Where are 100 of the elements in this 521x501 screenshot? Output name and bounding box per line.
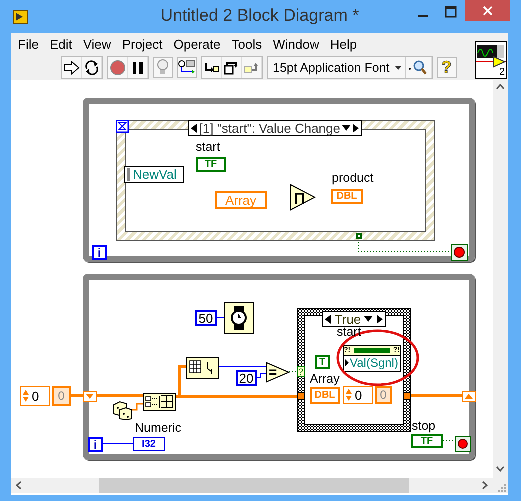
stop-icon [451, 244, 468, 261]
equal-node: = [266, 362, 290, 383]
menu-item[interactable]: File [13, 36, 44, 52]
numeric-terminal: DBL [331, 189, 363, 204]
resize-grip-icon[interactable] [498, 484, 506, 492]
wait-node [224, 302, 254, 334]
connector-count: 2 [499, 66, 505, 78]
tunnel [403, 392, 411, 400]
light-bulb-icon [156, 59, 170, 76]
boolean-terminal: TF [411, 434, 443, 448]
array-element: 0 [52, 386, 71, 406]
terminal-label: Array [310, 372, 340, 386]
vi-icon[interactable]: 2 [475, 40, 507, 78]
menu-item[interactable]: Operate [168, 36, 226, 52]
multiply-array-node: Π [290, 184, 316, 211]
scroll-left-icon[interactable] [16, 481, 22, 490]
iteration-terminal: i [88, 437, 103, 452]
decrement-icon[interactable] [325, 314, 332, 324]
step-into-button[interactable] [202, 57, 222, 78]
step-over-button[interactable] [222, 57, 242, 78]
retain-wire-values-button[interactable] [177, 57, 197, 78]
vertical-scrollbar[interactable] [493, 80, 508, 478]
property-node-label: start [337, 325, 362, 339]
stop-icon [455, 436, 471, 452]
clean-up-button[interactable] [406, 57, 432, 78]
scroll-down-icon[interactable] [496, 466, 505, 472]
scroll-right-icon[interactable] [482, 481, 488, 490]
wire [218, 366, 268, 368]
event-case-selector[interactable]: [1] "start": Value Change [188, 120, 362, 136]
case-selector[interactable]: True [322, 311, 386, 327]
property-label: Val(Sgnl) [350, 356, 398, 370]
step-out-icon [244, 60, 260, 74]
scroll-thumb[interactable] [99, 478, 409, 493]
cycle-arrows-icon [84, 60, 100, 76]
case-label: True [334, 312, 362, 326]
menu-item[interactable]: Project [117, 36, 168, 52]
reshape-array-node [186, 357, 219, 379]
event-data-node: NewVal [124, 166, 184, 183]
run-continuously-button[interactable] [82, 57, 102, 78]
wire [71, 394, 83, 398]
tunnel [297, 392, 305, 400]
pause-icon [130, 60, 144, 74]
horizontal-scrollbar[interactable] [11, 478, 508, 493]
wire [97, 394, 143, 398]
event-case-label: [1] "start": Value Change [199, 120, 340, 136]
error-cluster-bar [354, 348, 390, 353]
stop-icon [110, 60, 126, 76]
menu-item[interactable]: View [78, 36, 116, 52]
font-dropdown[interactable]: 15pt Application Font [268, 57, 406, 78]
app-icon [13, 10, 28, 24]
spinner-icon [23, 389, 29, 403]
array-terminal: DBL [310, 387, 340, 404]
boolean-terminal: TF [196, 157, 226, 172]
build-array-node [143, 393, 176, 411]
close-button[interactable] [465, 0, 510, 21]
dice-icon [113, 399, 133, 421]
terminal-label: product [332, 171, 374, 185]
probe-wire-icon [178, 60, 196, 76]
maximize-icon[interactable] [445, 6, 457, 18]
abort-button[interactable] [108, 57, 128, 78]
array-index-control: 0 [343, 386, 373, 404]
scroll-up-icon[interactable] [496, 84, 505, 90]
increment-icon[interactable] [376, 314, 383, 324]
magnifier-icon [408, 60, 428, 76]
dropdown-icon[interactable] [364, 316, 374, 322]
menu-item[interactable]: Edit [44, 36, 78, 52]
numeric-constant: 50 [195, 310, 217, 326]
iteration-terminal: i [92, 245, 107, 260]
terminal-label: stop [412, 419, 436, 433]
step-over-icon [224, 60, 240, 74]
arrow-icon [64, 60, 80, 74]
terminal-label: Numeric [135, 421, 182, 435]
numeric-terminal: I32 [133, 437, 165, 451]
menu-item[interactable]: Tools [226, 36, 268, 52]
numeric-control: 0 [20, 386, 50, 406]
dropdown-icon[interactable] [342, 125, 351, 131]
pause-button[interactable] [128, 57, 148, 78]
hourglass-icon [116, 120, 129, 133]
wire [411, 394, 462, 398]
shift-register-icon [462, 391, 476, 402]
boolean-constant: T [315, 355, 330, 369]
run-button[interactable] [62, 57, 82, 78]
menu-item[interactable]: Window [268, 36, 324, 52]
decrement-icon[interactable] [191, 124, 198, 132]
case-selector-terminal: ? [297, 366, 305, 377]
terminal-label: start [196, 140, 220, 154]
step-into-icon [204, 60, 220, 74]
close-icon [482, 6, 492, 16]
caret-icon [394, 66, 402, 70]
wire [256, 374, 268, 378]
numeric-constant: 20 [236, 370, 257, 386]
shift-register-icon [83, 391, 97, 402]
menu-item[interactable]: Help [325, 36, 362, 52]
increment-icon[interactable] [352, 124, 359, 132]
graph-icon [476, 44, 506, 68]
array-local: Array [215, 191, 267, 209]
tunnel [356, 233, 362, 239]
step-out-button[interactable] [242, 57, 262, 78]
spinner-icon [346, 388, 352, 402]
window-title: Untitled 2 Block Diagram * [160, 6, 360, 26]
